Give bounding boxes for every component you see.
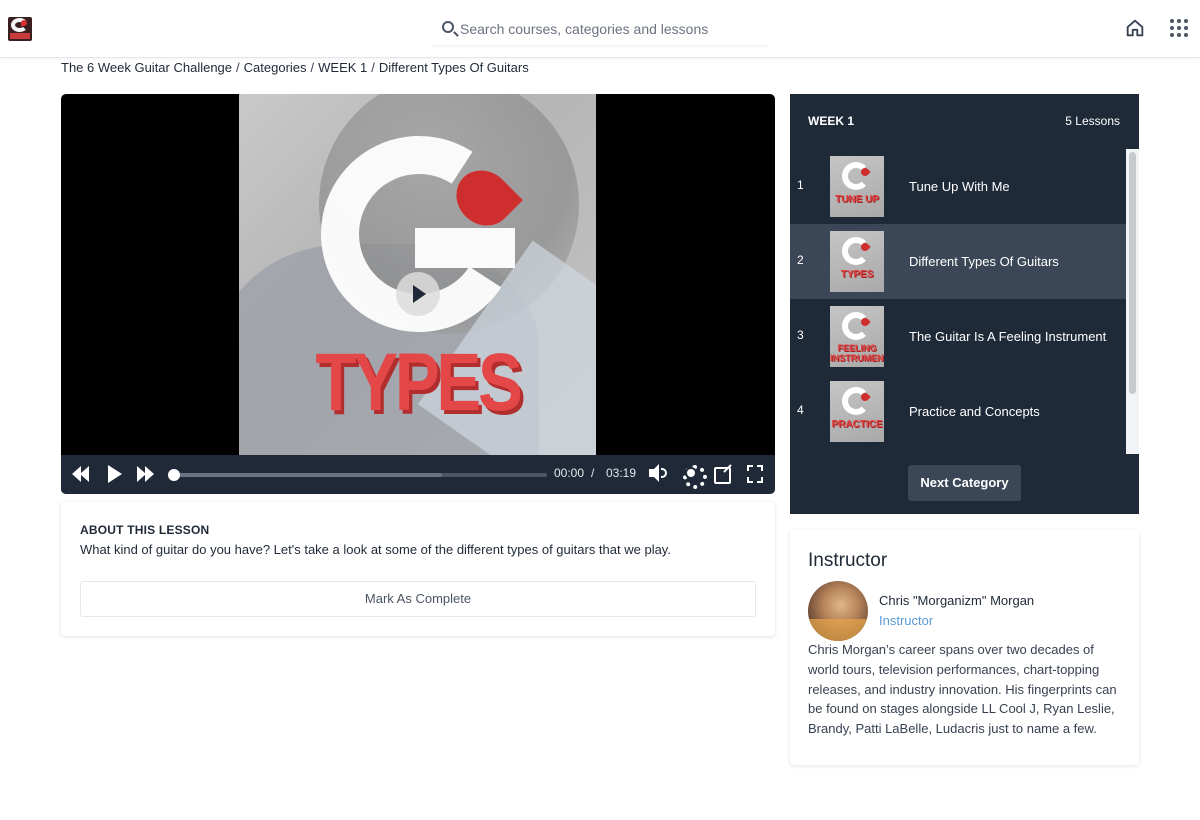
grid-dot xyxy=(1170,19,1174,23)
fullscreen-corner xyxy=(747,465,753,471)
lesson-title: The Guitar Is A Feeling Instrument xyxy=(909,329,1107,344)
thumb-text: TYPES xyxy=(840,269,874,280)
instructor-name: Chris "Morganizm" Morgan xyxy=(879,593,1035,608)
logo-text-strip xyxy=(10,33,30,39)
scrollbar-thumb[interactable] xyxy=(1129,152,1136,394)
fullscreen-corner xyxy=(757,465,763,471)
top-bar xyxy=(0,0,1200,58)
grid-dot xyxy=(1177,26,1181,30)
breadcrumb-course[interactable]: The 6 Week Guitar Challenge xyxy=(61,60,232,75)
instructor-role-link[interactable]: Instructor xyxy=(879,613,933,628)
thumb-text: FEELING INSTRUMENT xyxy=(830,343,884,363)
breadcrumb-separator: / xyxy=(236,60,240,75)
lesson-thumbnail: TYPES xyxy=(830,231,884,292)
search-icon xyxy=(442,21,454,33)
lesson-title: Tune Up With Me xyxy=(909,179,1010,194)
thumb-text: TUNE UP xyxy=(835,194,879,205)
lesson-title: Different Types Of Guitars xyxy=(909,254,1059,269)
fullscreen-icon[interactable] xyxy=(747,464,763,484)
progress-bar[interactable] xyxy=(168,469,547,481)
search-box[interactable] xyxy=(432,12,768,46)
duration: 03:19 xyxy=(606,466,637,480)
progress-knob[interactable] xyxy=(168,469,180,481)
lesson-thumbnail: FEELING INSTRUMENT xyxy=(830,306,884,367)
lesson-thumbnail: TUNE UP xyxy=(830,156,884,217)
lessons-header: WEEK 1 5 Lessons xyxy=(790,94,1139,149)
thumbnail-g-bar xyxy=(415,228,515,268)
lesson-list: 1 TUNE UP Tune Up With Me 2 TYPES Differ… xyxy=(790,149,1126,454)
time-separator: / xyxy=(591,466,595,480)
volume-wave xyxy=(661,468,667,478)
grid-dot xyxy=(1177,19,1181,23)
breadcrumb-lesson: Different Types Of Guitars xyxy=(378,60,529,75)
mark-complete-button[interactable]: Mark As Complete xyxy=(80,581,756,617)
lesson-number: 2 xyxy=(797,253,804,267)
lesson-number: 4 xyxy=(797,403,804,417)
grid-dot xyxy=(1184,19,1188,23)
avatar xyxy=(808,581,868,641)
lesson-item[interactable]: 1 TUNE UP Tune Up With Me xyxy=(790,149,1126,224)
video-controls: 00:00 / 03:19 xyxy=(61,455,775,494)
grid-dot xyxy=(1170,26,1174,30)
rewind-icon[interactable] xyxy=(72,464,92,484)
lesson-number: 1 xyxy=(797,178,804,192)
week-title: WEEK 1 xyxy=(808,114,855,128)
breadcrumb-week[interactable]: WEEK 1 xyxy=(318,60,367,75)
instructor-heading: Instructor xyxy=(808,550,888,571)
grid-icon[interactable] xyxy=(1170,19,1188,37)
buffer-bar xyxy=(171,473,442,477)
instructor-card: Instructor Chris "Morganizm" Morgan Inst… xyxy=(790,530,1139,765)
breadcrumb-categories[interactable]: Categories xyxy=(244,60,307,75)
search-input[interactable] xyxy=(460,18,760,40)
about-lesson-card: ABOUT THIS LESSON What kind of guitar do… xyxy=(61,502,775,636)
lesson-item[interactable]: 3 FEELING INSTRUMENT The Guitar Is A Fee… xyxy=(790,299,1126,374)
breadcrumb-separator: / xyxy=(310,60,315,75)
home-icon[interactable] xyxy=(1124,17,1146,39)
fullscreen-corner xyxy=(757,477,763,483)
about-text: What kind of guitar do you have? Let's t… xyxy=(80,542,671,557)
gear-icon[interactable] xyxy=(682,464,707,489)
lessons-panel: WEEK 1 5 Lessons 1 TUNE UP Tune Up With … xyxy=(790,94,1139,514)
lesson-count: 5 Lessons xyxy=(1065,114,1120,128)
current-time: 00:00 xyxy=(554,466,585,480)
breadcrumb-separator: / xyxy=(371,60,375,75)
site-logo[interactable] xyxy=(8,17,32,41)
volume-icon[interactable] xyxy=(649,464,669,484)
grid-dot xyxy=(1184,26,1188,30)
lesson-number: 3 xyxy=(797,328,804,342)
play-icon[interactable] xyxy=(106,464,122,484)
about-heading: ABOUT THIS LESSON xyxy=(80,523,210,537)
grid-dot xyxy=(1170,33,1174,37)
fullscreen-corner xyxy=(747,477,753,483)
fast-forward-icon[interactable] xyxy=(137,464,157,484)
logo-pick-shape xyxy=(21,20,27,26)
grid-dot xyxy=(1184,33,1188,37)
breadcrumb: The 6 Week Guitar Challenge / Categories / W… xyxy=(61,60,529,75)
grid-dot xyxy=(1177,33,1181,37)
lesson-item[interactable]: 4 PRACTICE Practice and Concepts xyxy=(790,374,1126,449)
popout-icon[interactable] xyxy=(714,464,732,484)
lesson-item[interactable]: 2 TYPES Different Types Of Guitars xyxy=(790,224,1126,299)
video-player[interactable]: TYPES 00:00 / 03:19 xyxy=(61,94,775,494)
thumbnail-title: TYPES xyxy=(315,337,522,428)
lesson-title: Practice and Concepts xyxy=(909,404,1040,419)
instructor-bio: Chris Morgan’s career spans over two dec… xyxy=(808,642,1117,737)
lesson-thumbnail: PRACTICE xyxy=(830,381,884,442)
play-overlay-button[interactable] xyxy=(396,272,440,316)
thumb-text: PRACTICE xyxy=(831,419,883,430)
next-category-button[interactable]: Next Category xyxy=(908,465,1021,501)
